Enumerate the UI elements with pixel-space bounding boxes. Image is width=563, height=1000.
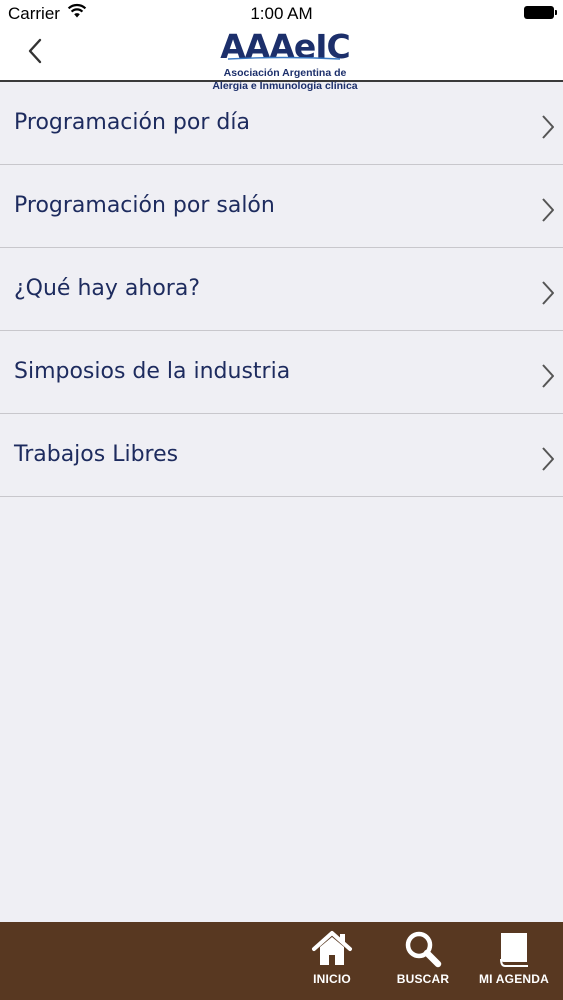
- menu-item-label: Programación por día: [14, 110, 250, 135]
- battery-icon: [524, 6, 557, 19]
- menu-item-label: Programación por salón: [14, 193, 275, 218]
- menu-item-trabajos-libres[interactable]: Trabajos Libres: [0, 414, 563, 497]
- menu-item-label: Simposios de la industria: [14, 359, 291, 384]
- chevron-right-icon: [542, 115, 554, 139]
- tab-buscar[interactable]: BUSCAR: [390, 922, 456, 1000]
- logo-subtitle-line-1: Asociación Argentina de: [223, 67, 347, 79]
- chevron-left-icon: [28, 38, 42, 64]
- logo-swoosh-icon: [228, 56, 340, 60]
- menu-item-label: Trabajos Libres: [14, 442, 179, 467]
- logo-mark: AAAeIC: [220, 27, 351, 66]
- chevron-right-icon: [542, 198, 554, 222]
- chevron-right-icon: [542, 281, 554, 305]
- menu-item-label: ¿Qué hay ahora?: [14, 276, 200, 301]
- home-icon: [312, 931, 352, 965]
- tab-mi-agenda[interactable]: MI AGENDA: [476, 922, 552, 1000]
- back-button[interactable]: [22, 34, 50, 68]
- tab-mi-agenda-label: MI AGENDA: [478, 972, 550, 986]
- tab-inicio-label: INICIO: [313, 972, 351, 986]
- aaaeic-logo: AAAeIC Asociación Argentina de Alergia e…: [210, 16, 360, 92]
- book-icon: [500, 933, 528, 967]
- tab-buscar-label: BUSCAR: [396, 972, 450, 986]
- menu-list: Programación por día Programación por sa…: [0, 82, 563, 497]
- tab-bar: INICIO BUSCAR MI AGENDA: [0, 922, 563, 1000]
- menu-item-simposios-de-la-industria[interactable]: Simposios de la industria: [0, 331, 563, 414]
- menu-item-programacion-por-dia[interactable]: Programación por día: [0, 82, 563, 165]
- tab-inicio[interactable]: INICIO: [298, 922, 366, 1000]
- chevron-right-icon: [542, 447, 554, 471]
- search-icon: [405, 931, 442, 968]
- chevron-right-icon: [542, 364, 554, 388]
- menu-item-programacion-por-salon[interactable]: Programación por salón: [0, 165, 563, 248]
- navigation-bar: AAAeIC Asociación Argentina de Alergia e…: [0, 28, 563, 92]
- menu-item-que-hay-ahora[interactable]: ¿Qué hay ahora?: [0, 248, 563, 331]
